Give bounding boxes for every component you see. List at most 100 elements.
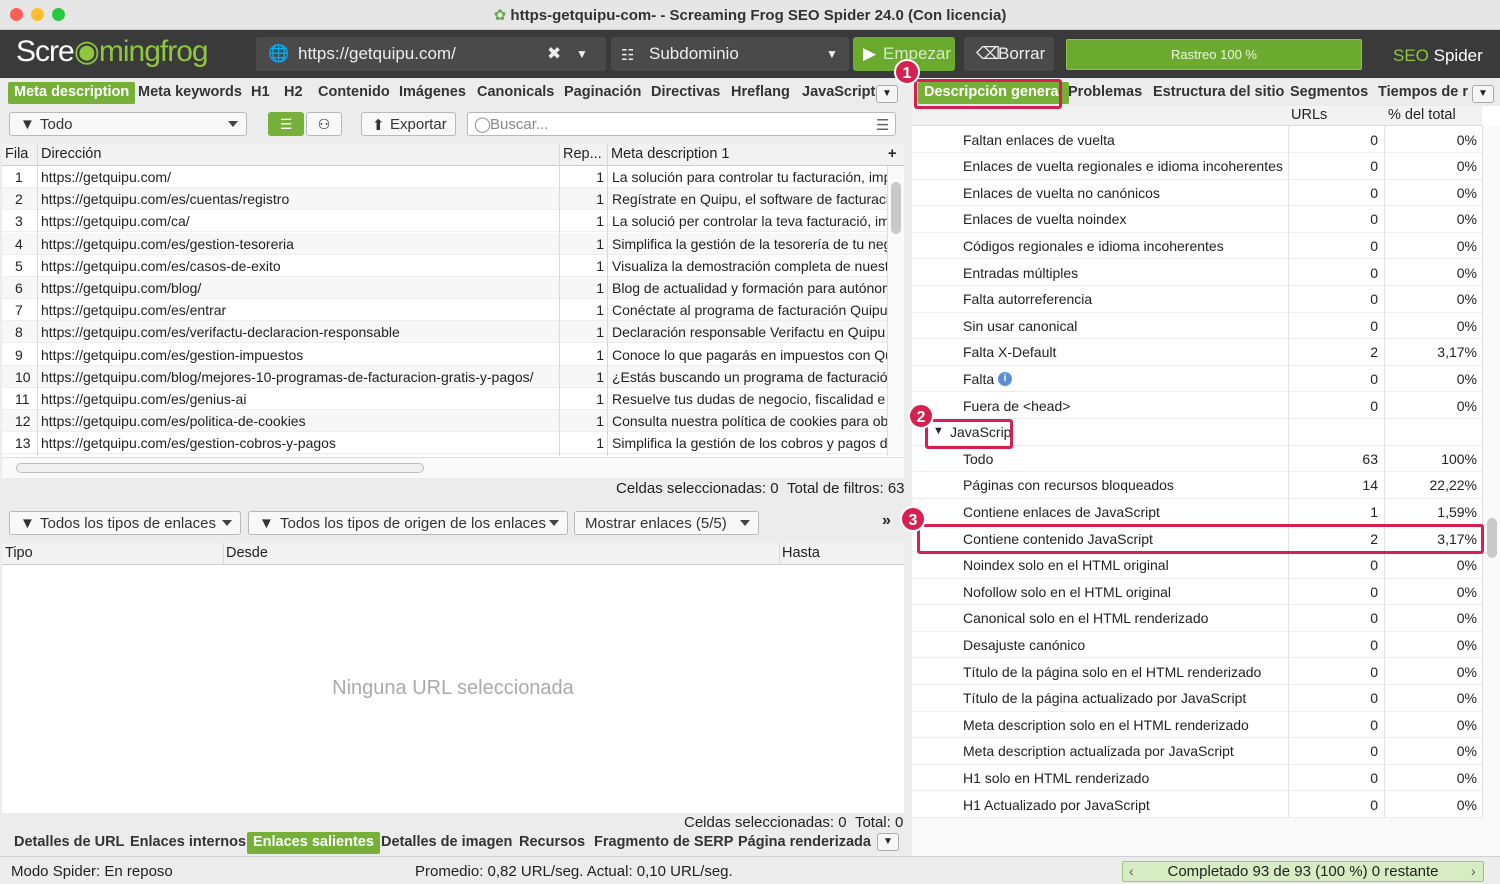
column-hasta[interactable]: Hasta — [782, 545, 820, 561]
column-percent-total[interactable]: % del total — [1388, 107, 1456, 123]
overview-row[interactable]: Enlaces de vuelta regionales e idioma in… — [912, 153, 1482, 180]
table-row[interactable]: 3 https://getquipu.com/ca/1 La solució per… — [2, 210, 887, 233]
tab-paginacion[interactable]: Paginación — [558, 82, 647, 104]
tab-h2[interactable]: H2 — [278, 82, 309, 104]
tree-view-icon[interactable]: ⚇ — [306, 112, 342, 136]
bottom-tab-bar: Detalles de URL Enlaces internos Enlaces… — [0, 829, 905, 855]
overview-row[interactable]: H1 Actualizado por JavaScript 0 0% — [912, 791, 1482, 819]
tab-tiempos-de-respuesta[interactable]: Tiempos de re — [1372, 82, 1468, 104]
column-fila[interactable]: Fila — [5, 146, 28, 162]
link-origin-select[interactable]: ▼︎ Todos los tipos de origen de los enla… — [248, 511, 568, 535]
table-row[interactable]: 6 https://getquipu.com/blog/1 Blog de actu… — [2, 277, 887, 299]
overview-row[interactable]: Enlaces de vuelta no canónicos 0 0% — [912, 179, 1482, 207]
search-options-icon[interactable]: ☰ — [876, 116, 889, 134]
overview-row[interactable]: Falta X-Default 2 3,17% — [912, 339, 1482, 366]
table-row[interactable]: 2 https://getquipu.com/es/cuentas/registr… — [2, 188, 887, 211]
table-row[interactable]: 5 https://getquipu.com/es/casos-de-exito 1… — [2, 255, 887, 277]
column-desde[interactable]: Desde — [226, 545, 268, 561]
tab-directivas[interactable]: Directivas — [645, 82, 726, 104]
add-column-icon[interactable]: + — [888, 146, 896, 162]
column-tipo[interactable]: Tipo — [5, 545, 33, 561]
tab-canonicals[interactable]: Canonicals — [471, 82, 560, 104]
scrollbar-thumb[interactable] — [1487, 518, 1497, 558]
expand-panel-icon[interactable]: » — [882, 512, 891, 530]
tab-javascript[interactable]: JavaScript — [796, 82, 881, 104]
tab-imagenes[interactable]: Imágenes — [393, 82, 472, 104]
tab-h1[interactable]: H1 — [245, 82, 276, 104]
table-row[interactable]: 4 https://getquipu.com/es/gestion-tesorer… — [2, 232, 887, 255]
tab-detalles-de-imagen[interactable]: Detalles de imagen — [375, 832, 518, 854]
tab-enlaces-internos[interactable]: Enlaces internos — [124, 832, 252, 854]
vertical-scrollbar[interactable] — [887, 166, 904, 456]
table-row[interactable]: 1 https://getquipu.com/1 La solución para … — [2, 166, 887, 188]
overview-row[interactable]: Meta description solo en el HTML renderi… — [912, 711, 1482, 739]
issue-label: Contiene enlaces de JavaScript — [963, 503, 1160, 520]
overview-row[interactable]: Falta autorreferencia 0 0% — [912, 286, 1482, 313]
tab-meta-description[interactable]: Meta description — [8, 82, 136, 104]
filter-select[interactable]: ▼︎ Todo — [9, 112, 247, 136]
tab-estructura-del-sitio[interactable]: Estructura del sitio — [1147, 82, 1290, 104]
issue-label: Enlaces de vuelta no canónicos — [963, 184, 1160, 201]
table-row[interactable]: 10 https://getquipu.com/blog/mejores-10-p… — [2, 365, 887, 388]
search-input[interactable]: ◯ Buscar... ☰ — [467, 112, 896, 136]
table-row[interactable]: 8 https://getquipu.com/es/verifactu-decla… — [2, 321, 887, 344]
link-types-select[interactable]: ▼︎ Todos los tipos de enlaces — [9, 511, 241, 535]
overview-row[interactable]: Contiene enlaces de JavaScript 1 1,59% — [912, 498, 1482, 526]
overview-row[interactable]: Falta 0 0% i — [912, 365, 1482, 393]
url-history-dropdown-icon[interactable]: ▼ — [576, 47, 588, 61]
overview-row[interactable]: Título de la página solo en el HTML rend… — [912, 658, 1482, 686]
overview-row[interactable]: Título de la página actualizado por Java… — [912, 685, 1482, 712]
more-tabs-dropdown-icon[interactable]: ▼ — [876, 85, 898, 103]
scrollbar-thumb[interactable] — [891, 182, 901, 234]
overview-scrollbar[interactable] — [1482, 126, 1500, 818]
more-tabs-dropdown-icon[interactable]: ▼ — [877, 833, 899, 851]
overview-row[interactable]: Desajuste canónico 0 0% — [912, 631, 1482, 659]
list-view-icon[interactable]: ☰ — [268, 112, 304, 136]
tab-problemas[interactable]: Problemas — [1062, 82, 1148, 104]
overview-row[interactable]: Enlaces de vuelta noindex 0 0% — [912, 206, 1482, 233]
tab-fragmento-de-serp[interactable]: Fragmento de SERP — [588, 832, 739, 854]
overview-row[interactable]: Faltan enlaces de vuelta 0 0% — [912, 126, 1482, 154]
chevron-right-icon[interactable]: › — [1471, 863, 1476, 879]
tab-meta-keywords[interactable]: Meta keywords — [132, 82, 248, 104]
crawl-mode-select[interactable]: ☷ Subdominio ▼ — [611, 37, 849, 71]
table-row[interactable]: 7 https://getquipu.com/es/entrar 1 Conéctat… — [2, 299, 887, 322]
overview-row[interactable]: Sin usar canonical 0 0% — [912, 312, 1482, 340]
show-links-select[interactable]: Mostrar enlaces (5/5) — [574, 511, 759, 535]
tab-detalles-de-url[interactable]: Detalles de URL — [8, 832, 130, 854]
tab-enlaces-salientes[interactable]: Enlaces salientes — [247, 832, 380, 854]
overview-row[interactable]: Códigos regionales e idioma incoherentes… — [912, 232, 1482, 260]
clear-url-icon[interactable]: ✖ — [547, 44, 561, 64]
column-meta-description-1[interactable]: Meta description 1 — [611, 146, 729, 162]
url-input[interactable]: 🌐 https://getquipu.com/ ✖ ▼ — [256, 37, 606, 71]
column-rep[interactable]: Rep... — [563, 146, 602, 162]
table-row[interactable]: 13 https://getquipu.com/es/gestion-cobros… — [2, 432, 887, 455]
address-cell: https://getquipu.com/ — [41, 169, 171, 185]
overview-row[interactable]: Entradas múltiples 0 0% — [912, 259, 1482, 287]
more-tabs-dropdown-icon[interactable]: ▼ — [1472, 85, 1494, 103]
table-row[interactable]: 11 https://getquipu.com/es/genius-ai 1 Resu… — [2, 388, 887, 410]
overview-row[interactable]: Noindex solo en el HTML original 0 0% — [912, 552, 1482, 579]
scrollbar-thumb[interactable] — [16, 463, 424, 473]
column-direccion[interactable]: Dirección — [41, 146, 101, 162]
info-icon[interactable]: i — [998, 371, 1012, 386]
table-row[interactable]: 12 https://getquipu.com/es/politica-de-co… — [2, 410, 887, 433]
overview-row[interactable]: Nofollow solo en el HTML original 0 0% — [912, 578, 1482, 606]
overview-header: URLs % del total — [912, 106, 1482, 126]
tab-hreflang[interactable]: Hreflang — [725, 82, 796, 104]
overview-row[interactable]: Fuera de <head> 0 0% — [912, 392, 1482, 420]
table-row[interactable]: 9 https://getquipu.com/es/gestion-impuest… — [2, 344, 887, 366]
tab-contenido[interactable]: Contenido — [312, 82, 396, 104]
tab-recursos[interactable]: Recursos — [513, 832, 591, 854]
tab-segmentos[interactable]: Segmentos — [1284, 82, 1374, 104]
overview-row[interactable]: Todo 63 100% — [912, 445, 1482, 473]
column-urls[interactable]: URLs — [1291, 107, 1327, 123]
overview-row[interactable]: Meta description actualizada por JavaScr… — [912, 738, 1482, 765]
tab-pagina-renderizada[interactable]: Página renderizada — [732, 832, 877, 854]
clear-button[interactable]: ⌫ Borrar — [964, 37, 1054, 71]
overview-row[interactable]: H1 solo en HTML renderizado 0 0% — [912, 764, 1482, 792]
overview-row[interactable]: Páginas con recursos bloqueados 14 22,22% — [912, 472, 1482, 499]
overview-row[interactable]: Canonical solo en el HTML renderizado 0 0% — [912, 605, 1482, 632]
export-button[interactable]: ⬆ Exportar — [361, 112, 456, 136]
horizontal-scrollbar[interactable] — [2, 457, 904, 478]
